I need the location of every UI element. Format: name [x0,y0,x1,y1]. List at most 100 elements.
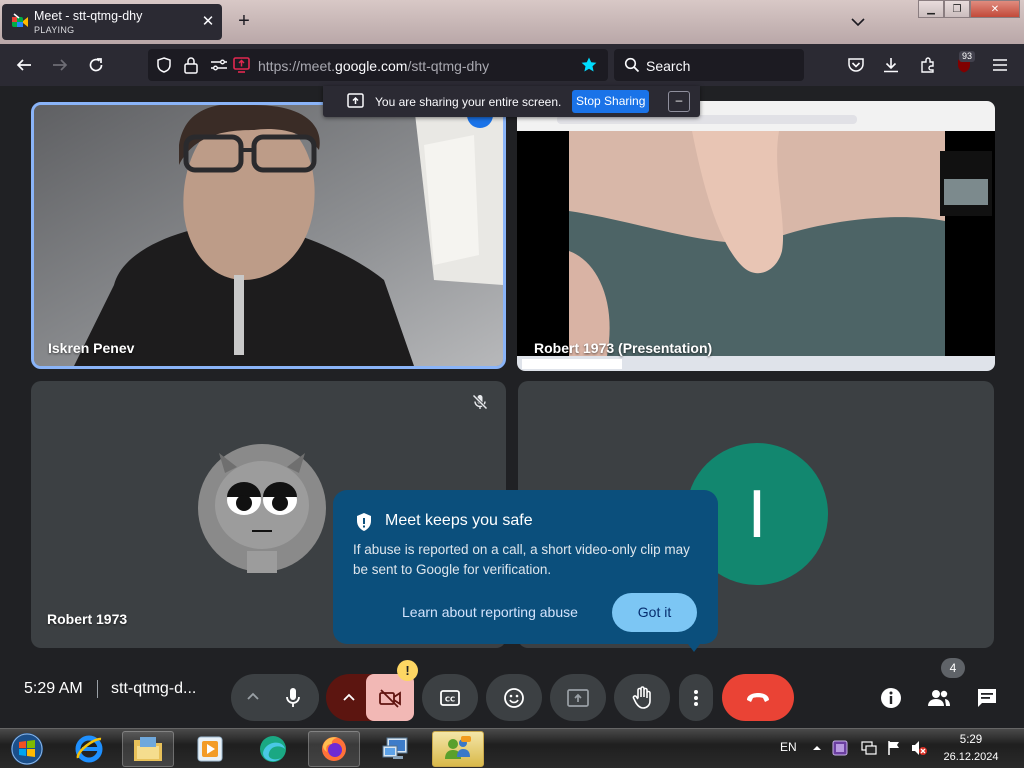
pocket-icon[interactable] [845,54,867,76]
chevron-up-icon[interactable] [246,691,260,701]
participant-video [34,105,503,366]
media-player-taskbar[interactable] [184,731,236,767]
media-player-icon [197,736,223,762]
chevron-up-icon[interactable] [342,692,356,702]
tray-app-icon[interactable] [832,740,848,756]
profile-avatar [198,444,326,573]
bookmark-star-icon[interactable] [580,56,598,74]
svg-text:CC: CC [445,695,455,703]
reload-icon[interactable] [85,54,107,76]
new-tab-icon[interactable]: + [234,11,254,31]
people-icon [928,689,950,706]
shared-screen-thumbnail [517,101,995,371]
captions-button[interactable]: CC [422,674,478,721]
camera-off-button[interactable] [366,674,414,721]
more-options-button[interactable] [679,674,713,721]
windows-taskbar: EN 5:29 26.12.2024 [0,728,1024,768]
windows-start-orb-icon [11,733,43,765]
participant-tile-iskren[interactable]: Iskren Penev [31,102,506,369]
remote-desktop-taskbar[interactable] [370,731,422,767]
sharing-message: You are sharing your entire screen. [375,95,562,109]
raise-hand-button[interactable] [614,674,670,721]
input-language-indicator[interactable]: EN [780,740,797,754]
meeting-code[interactable]: stt-qtmg-d... [111,680,196,698]
forward-arrow-icon[interactable] [49,54,71,76]
edge-taskbar[interactable] [247,731,299,767]
remote-desktop-icon [382,737,408,759]
file-explorer-taskbar[interactable] [122,731,174,767]
meeting-time: 5:29 AM [24,680,83,697]
participant-name: Iskren Penev [48,340,135,356]
camera-control: ! [326,660,418,721]
tab-title: Meet - stt-qtmg-dhy [34,9,143,23]
present-screen-button[interactable] [550,674,606,721]
participant-name: Robert 1973 [47,611,128,627]
list-all-tabs-icon[interactable] [848,12,868,32]
edge-icon [260,736,286,762]
folder-icon [134,737,162,761]
more-vertical-icon [694,689,698,706]
got-it-button[interactable]: Got it [612,593,697,632]
popup-body: If abuse is reported on a call, a short … [353,542,690,577]
stop-sharing-button[interactable]: Stop Sharing [572,90,650,113]
network-icon[interactable] [861,740,877,756]
camera-off-icon [379,688,401,708]
shield-icon[interactable] [155,56,173,74]
url-bar[interactable]: https://meet.google.com/stt-qtmg-dhy [148,49,608,81]
meet-safety-popup: Meet keeps you safe If abuse is reported… [333,490,718,652]
internet-explorer-icon [75,735,103,763]
system-clock-date[interactable]: 26.12.2024 [941,751,1001,763]
popup-title: Meet keeps you safe [385,512,533,529]
presentation-tile[interactable]: Robert 1973 (Presentation) [517,101,995,371]
tab-close-icon[interactable]: ✕ [199,13,217,31]
start-button[interactable] [0,731,54,767]
permissions-icon[interactable] [210,58,228,72]
browser-tab-strip: Meet - stt-qtmg-dhy PLAYING ✕ + ▁ ❐ ✕ [0,0,1024,44]
minimize-window-icon[interactable]: ▁ [918,0,944,18]
internet-explorer-taskbar[interactable] [63,731,115,767]
learn-about-reporting-link[interactable]: Learn about reporting abuse [402,604,578,620]
search-placeholder: Search [646,58,691,74]
url-text[interactable]: https://meet.google.com/stt-qtmg-dhy [258,58,489,74]
leave-call-button[interactable] [722,674,794,721]
microphone-control [231,674,319,721]
screen-share-icon [347,93,364,108]
back-arrow-icon[interactable] [13,54,35,76]
tab-playing-status: PLAYING [34,25,75,35]
screen-sharing-banner: You are sharing your entire screen. Stop… [323,86,700,117]
screen-share-indicator-icon[interactable] [233,57,250,73]
microphone-button[interactable] [267,674,319,721]
restore-window-icon[interactable]: ❐ [944,0,970,18]
closed-captions-icon: CC [440,689,460,706]
close-window-icon[interactable]: ✕ [970,0,1020,18]
window-controls: ▁ ❐ ✕ [918,0,1022,18]
action-center-flag-icon[interactable] [886,740,902,756]
downloads-icon[interactable] [880,54,902,76]
people-chat-icon [445,736,471,759]
meet-control-bar: 5:29 AM stt-qtmg-d... ! CC 4 [0,658,1024,728]
hide-banner-button[interactable]: – [668,91,690,112]
microphone-icon [286,687,300,707]
people-button[interactable] [918,674,960,721]
meet-favicon-icon [12,13,28,27]
browser-navigation-bar: https://meet.google.com/stt-qtmg-dhy Sea… [0,44,1024,86]
show-hidden-icons-icon[interactable] [812,743,822,753]
chat-button[interactable] [966,674,1008,721]
extensions-puzzle-icon[interactable] [917,54,939,76]
divider [97,680,98,698]
volume-muted-icon[interactable] [910,740,928,756]
present-screen-icon [567,688,589,707]
participants-count-badge: 4 [941,658,965,678]
reactions-button[interactable] [486,674,542,721]
search-bar[interactable]: Search [614,49,804,81]
emoji-icon [504,687,524,708]
hamburger-menu-icon[interactable] [989,54,1011,76]
browser-tab-meet[interactable]: Meet - stt-qtmg-dhy PLAYING ✕ [2,4,222,40]
firefox-taskbar[interactable] [308,731,360,767]
meet-app-taskbar[interactable] [432,731,484,767]
system-clock-time[interactable]: 5:29 [946,734,996,746]
lock-icon[interactable] [183,56,199,74]
extension-badge-count: 93 [959,51,976,62]
firefox-icon [322,737,346,761]
meeting-details-button[interactable] [870,674,912,721]
